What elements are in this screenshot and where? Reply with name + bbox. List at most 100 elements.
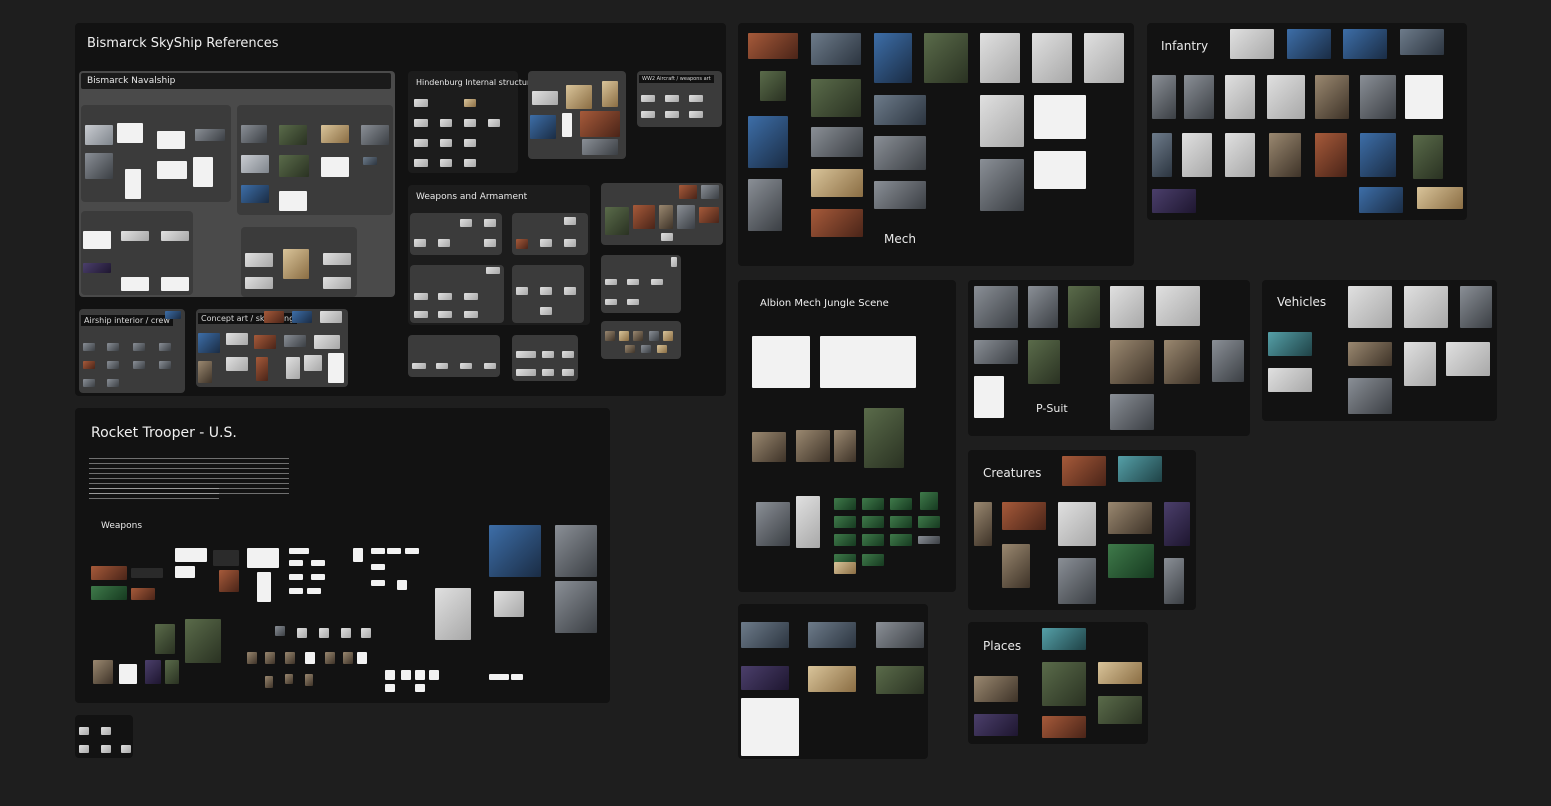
cannon-image[interactable] xyxy=(464,293,478,300)
infantry-image[interactable] xyxy=(1360,133,1396,177)
weapon-image[interactable] xyxy=(257,572,271,602)
cannon-image[interactable] xyxy=(486,267,500,274)
mech-image[interactable] xyxy=(874,95,926,125)
mech-image[interactable] xyxy=(1034,151,1086,189)
aircraft-image[interactable] xyxy=(665,95,679,102)
p-suit-image[interactable] xyxy=(1110,286,1144,328)
interior-image[interactable] xyxy=(83,361,95,369)
rocket-trooper-art[interactable] xyxy=(555,525,597,577)
weapon-image[interactable] xyxy=(213,550,239,566)
blueprint-image[interactable] xyxy=(161,231,189,241)
prototype-photo[interactable] xyxy=(415,684,425,692)
creature-image[interactable] xyxy=(1118,456,1162,482)
creature-image[interactable] xyxy=(1062,456,1106,486)
group-bismarck-navalship[interactable]: Bismarck Navalship xyxy=(79,71,395,297)
artillery-image[interactable] xyxy=(564,287,576,295)
weapon-image[interactable] xyxy=(247,548,279,568)
sketch-image[interactable] xyxy=(254,335,276,349)
scene-image[interactable] xyxy=(741,622,789,648)
group-misc-b[interactable] xyxy=(512,335,578,381)
infantry-image[interactable] xyxy=(1267,75,1305,119)
structure-image[interactable] xyxy=(464,119,476,127)
infantry-image[interactable] xyxy=(1359,187,1403,213)
mech-image[interactable] xyxy=(811,127,863,157)
sideview-image[interactable] xyxy=(245,277,273,289)
sketch-image[interactable] xyxy=(198,361,212,383)
soldier-photo[interactable] xyxy=(93,660,113,684)
group-hindenburg[interactable]: Hindenburg Internal structure xyxy=(408,71,535,173)
soldier-photo[interactable] xyxy=(119,664,137,684)
ship-photo[interactable] xyxy=(363,157,377,165)
structure-image[interactable] xyxy=(414,99,428,107)
misc-image[interactable] xyxy=(412,363,426,369)
jungle-photo[interactable] xyxy=(862,516,884,528)
uniform-image[interactable] xyxy=(663,331,673,341)
board-p-suit[interactable]: P-Suit xyxy=(968,280,1250,436)
jungle-photo[interactable] xyxy=(834,562,856,574)
weapon-image[interactable] xyxy=(289,560,303,566)
board-small-misc[interactable] xyxy=(75,715,133,758)
sketch-image[interactable] xyxy=(320,311,342,323)
gear-photo[interactable] xyxy=(341,628,351,638)
gear-photo[interactable] xyxy=(285,674,293,684)
group-concept-art[interactable] xyxy=(601,183,723,245)
misc-image[interactable] xyxy=(542,369,554,376)
weapon-image[interactable] xyxy=(311,560,325,566)
sketch-image[interactable] xyxy=(328,353,344,383)
gear-photo[interactable] xyxy=(247,652,257,664)
weapon-image[interactable] xyxy=(91,586,127,600)
airship-photo[interactable] xyxy=(580,111,620,137)
sketch-image[interactable] xyxy=(286,357,300,379)
rocket-trooper-art[interactable] xyxy=(489,525,541,577)
weapon-image[interactable] xyxy=(371,564,385,570)
jungle-photo[interactable] xyxy=(834,516,856,528)
gear-photo[interactable] xyxy=(305,652,315,664)
weapon-image[interactable] xyxy=(371,548,385,554)
group-weapon-sketches[interactable] xyxy=(601,255,681,313)
p-suit-image[interactable] xyxy=(974,340,1018,364)
gun-image[interactable] xyxy=(460,219,472,227)
concept-image[interactable] xyxy=(659,205,673,229)
cannon-image[interactable] xyxy=(464,311,478,318)
gear-photo[interactable] xyxy=(343,652,353,664)
sideview-image[interactable] xyxy=(323,277,351,289)
p-suit-image[interactable] xyxy=(1110,340,1154,384)
structure-image[interactable] xyxy=(414,159,428,167)
sketch-image[interactable] xyxy=(284,335,306,347)
group-airship-photos[interactable] xyxy=(528,71,626,159)
gear-photo[interactable] xyxy=(275,626,285,636)
weapon-image[interactable] xyxy=(387,548,401,554)
ship-photo[interactable] xyxy=(85,125,113,145)
scene-image[interactable] xyxy=(741,666,789,690)
prototype-photo[interactable] xyxy=(385,670,395,680)
structure-image[interactable] xyxy=(440,159,452,167)
sketch-image[interactable] xyxy=(752,336,810,388)
blueprint-image[interactable] xyxy=(83,231,111,249)
ship-photo[interactable] xyxy=(117,123,143,143)
infantry-image[interactable] xyxy=(1405,75,1443,119)
gear-photo[interactable] xyxy=(325,652,335,664)
sketch-image[interactable] xyxy=(627,279,639,285)
p-suit-image[interactable] xyxy=(1156,286,1200,326)
mech-image[interactable] xyxy=(748,116,788,168)
subgroup-sideviews[interactable] xyxy=(241,227,357,297)
jungle-photo[interactable] xyxy=(862,498,884,510)
interior-image[interactable] xyxy=(159,361,171,369)
turret-image[interactable] xyxy=(564,217,576,225)
turret-image[interactable] xyxy=(516,239,528,249)
subgroup-turrets[interactable] xyxy=(512,213,588,255)
uniform-image[interactable] xyxy=(657,345,667,353)
infantry-image[interactable] xyxy=(1225,133,1255,177)
vehicle-image[interactable] xyxy=(1348,342,1392,366)
misc-image[interactable] xyxy=(484,363,496,369)
interior-image[interactable] xyxy=(133,361,145,369)
prototype-photo[interactable] xyxy=(385,684,395,692)
ship-photo[interactable] xyxy=(241,125,267,143)
interior-image[interactable] xyxy=(165,311,181,319)
mech-image[interactable] xyxy=(980,159,1024,211)
gear-photo[interactable] xyxy=(265,652,275,664)
gun-image[interactable] xyxy=(438,239,450,247)
mech-image[interactable] xyxy=(748,33,798,59)
creature-image[interactable] xyxy=(1058,502,1096,546)
cannon-image[interactable] xyxy=(414,311,428,318)
